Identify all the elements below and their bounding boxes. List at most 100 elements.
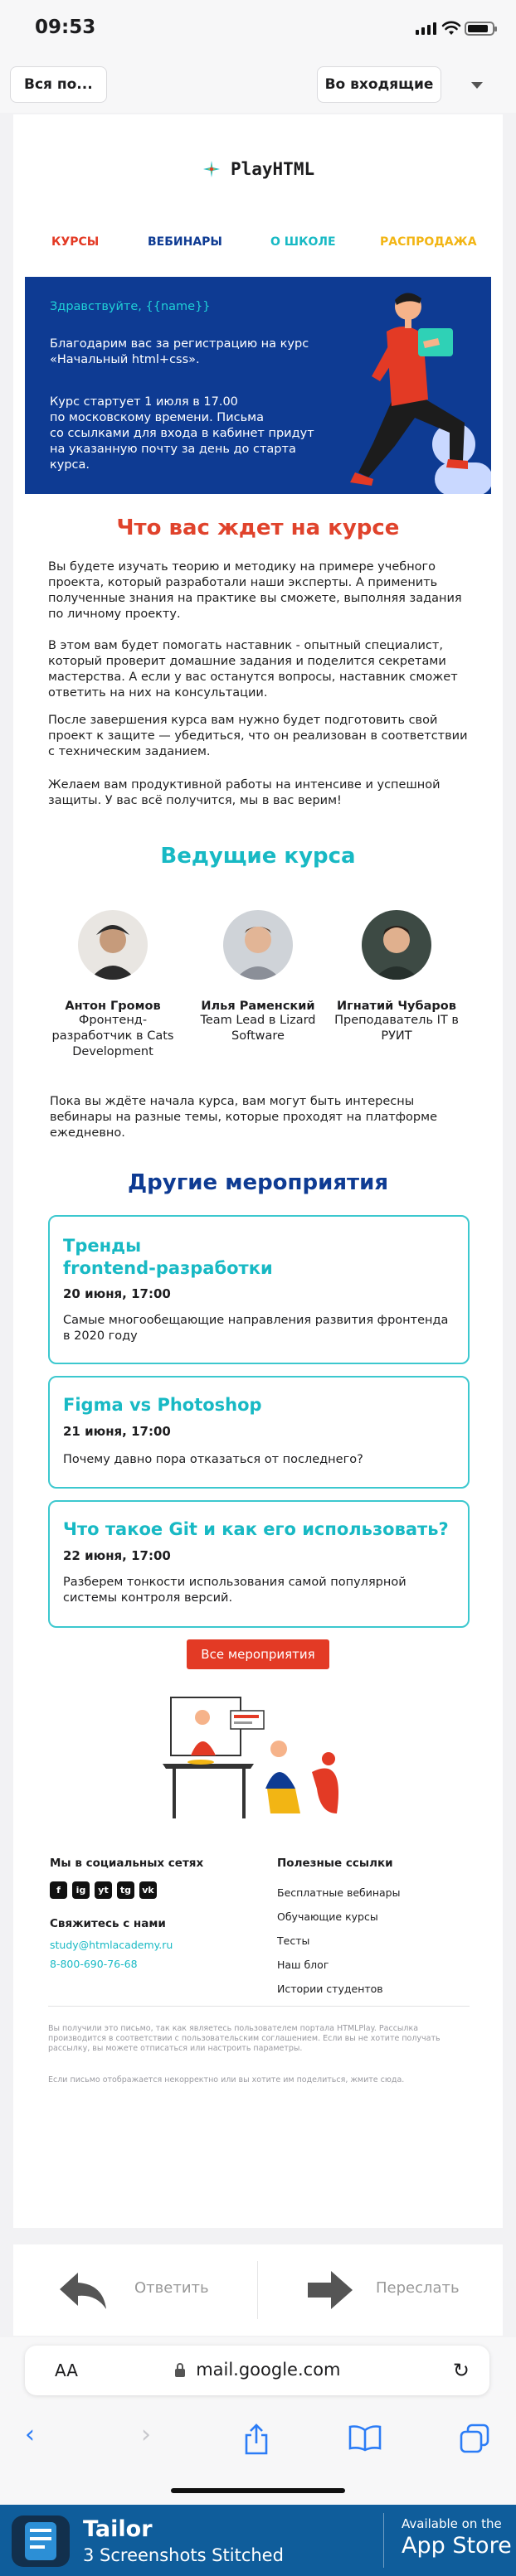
app-subtitle: 3 Screenshots Stitched (83, 2545, 284, 2565)
hero-greeting: Здравствуйте, {{name}} (50, 300, 211, 313)
telegram-icon[interactable]: tg (117, 1881, 134, 1899)
teacher-role: Фронтенд-разработчик в Cats Development (51, 1014, 174, 1058)
social-links: f ig yt tg vk (50, 1881, 249, 1899)
url-text: mail.google.com (25, 2360, 489, 2380)
chevron-down-icon[interactable] (471, 82, 483, 89)
teacher-card: Илья Раменский Team Lead в Lizard Softwa… (192, 910, 324, 1044)
email-body: PlayHTML КУРСЫ ВЕБИНАРЫ О ШКОЛЕ РАСПРОДА… (13, 114, 503, 2228)
wifi-icon (441, 21, 461, 35)
email-nav: КУРСЫ ВЕБИНАРЫ О ШКОЛЕ РАСПРОДАЖА (13, 235, 503, 255)
avatar (362, 910, 431, 980)
events-intro: Пока вы ждёте начала курса, вам могут бы… (50, 1095, 437, 1140)
store-line-1: Available on the (402, 2516, 502, 2531)
reply-icon (60, 2273, 106, 2309)
back-to-inbox-button[interactable]: Вся по... (10, 66, 107, 103)
event-date: 20 июня, 17:00 (63, 1286, 171, 1301)
event-date: 21 июня, 17:00 (63, 1424, 171, 1439)
awaits-paragraph-2: В этом вам будет помогать наставник - оп… (48, 639, 458, 700)
legal-text: Вы получили это письмо, так как являетес… (48, 2024, 441, 2053)
lock-icon (174, 2363, 185, 2377)
mail-toolbar: Вся по... Во входящие (0, 60, 516, 113)
back-icon[interactable]: ‹ (25, 2420, 35, 2449)
footer-divider (48, 2006, 470, 2007)
event-description: Разберем тонкости использования самой по… (63, 1576, 406, 1605)
event-card[interactable]: Что такое Git и как его использовать? 22… (48, 1500, 470, 1628)
cellular-signal-icon (416, 22, 436, 35)
vk-icon[interactable]: vk (139, 1881, 157, 1899)
hero-paragraph-1: Благодарим вас за регистрацию на курс «Н… (50, 337, 309, 366)
status-time: 09:53 (35, 17, 96, 38)
forward-nav-icon[interactable]: › (141, 2420, 151, 2449)
event-card[interactable]: Тренды frontend-разработки 20 июня, 17:0… (48, 1215, 470, 1364)
logo-spark-icon (202, 161, 220, 177)
bookmarks-icon[interactable] (348, 2425, 382, 2452)
awaits-paragraph-3: После завершения курса вам нужно будет п… (48, 714, 468, 758)
reply-button[interactable]: Ответить (13, 2244, 257, 2336)
event-title[interactable]: Тренды frontend-разработки (63, 1235, 273, 1280)
app-name: Tailor (83, 2516, 153, 2542)
section-title-events: Другие мероприятия (127, 1170, 389, 1195)
event-title[interactable]: Что такое Git и как его использовать? (63, 1518, 449, 1541)
battery-icon (465, 22, 497, 36)
forward-icon (308, 2271, 353, 2309)
url-label: mail.google.com (196, 2360, 341, 2380)
teacher-card: Антон Громов Фронтенд-разработчик в Cats… (46, 910, 179, 1060)
teacher-name: Антон Громов (65, 1000, 161, 1013)
youtube-icon[interactable]: yt (95, 1881, 112, 1899)
move-to-inbox-button[interactable]: Во входящие (317, 66, 441, 103)
app-icon (12, 2515, 70, 2567)
event-description: Почему давно пора отказаться от последне… (63, 1453, 363, 1466)
event-date: 22 июня, 17:00 (63, 1548, 171, 1563)
contact-email[interactable]: study@htmlacademy.ru (50, 1939, 249, 1951)
forward-label: Переслать (376, 2279, 460, 2297)
footer-illustration (163, 1697, 338, 1818)
forward-button[interactable]: Переслать (258, 2244, 502, 2336)
footer-link[interactable]: Истории студентов (277, 1983, 476, 1995)
event-title[interactable]: Figma vs Photoshop (63, 1394, 262, 1416)
footer-link[interactable]: Бесплатные вебинары (277, 1886, 476, 1899)
logo-text: PlayHTML (230, 159, 315, 179)
nav-about[interactable]: О ШКОЛЕ (270, 235, 336, 249)
teacher-name: Игнатий Чубаров (337, 1000, 456, 1013)
store-line-2: App Store (402, 2533, 512, 2559)
section-title-teachers: Ведущие курса (160, 844, 356, 869)
footer-link[interactable]: Обучающие курсы (277, 1910, 476, 1923)
footer-social: Мы в социальных сетях f ig yt tg vk Свяж… (50, 1857, 249, 1970)
nav-sale[interactable]: РАСПРОДАЖА (380, 235, 477, 249)
browser-chrome: AA mail.google.com ↻ ‹ › (0, 2337, 516, 2505)
hero-illustration (350, 293, 491, 494)
share-icon[interactable] (242, 2423, 270, 2455)
avatar (78, 910, 148, 980)
tabs-icon[interactable] (460, 2423, 489, 2453)
teacher-role: Team Lead в Lizard Software (200, 1014, 316, 1043)
nav-webinars[interactable]: ВЕБИНАРЫ (148, 235, 222, 249)
home-indicator (171, 2488, 345, 2493)
awaits-paragraph-4: Желаем вам продуктивной работы на интенс… (48, 778, 441, 807)
reply-bar: Ответить Переслать (13, 2244, 503, 2336)
teacher-name: Илья Раменский (201, 1000, 315, 1013)
promo-banner[interactable]: Tailor 3 Screenshots Stitched Available … (0, 2505, 516, 2576)
event-card[interactable]: Figma vs Photoshop 21 июня, 17:00 Почему… (48, 1376, 470, 1489)
banner-divider (383, 2513, 384, 2568)
address-bar[interactable]: AA mail.google.com ↻ (25, 2346, 489, 2395)
instagram-icon[interactable]: ig (72, 1881, 90, 1899)
awaits-paragraph-1: Вы будете изучать теорию и методику на п… (48, 560, 462, 621)
all-events-button[interactable]: Все мероприятия (187, 1639, 329, 1669)
status-bar: 09:53 (0, 0, 516, 60)
event-description: Самые многообещающие направления развити… (63, 1314, 449, 1343)
teacher-card: Игнатий Чубаров Преподаватель IT в РУИТ (330, 910, 463, 1044)
footer-link[interactable]: Наш блог (277, 1959, 476, 1971)
footer-links: Полезные ссылки Бесплатные вебинары Обуч… (277, 1857, 476, 2007)
nav-courses[interactable]: КУРСЫ (51, 235, 99, 249)
avatar (223, 910, 293, 980)
contact-phone[interactable]: 8-800-690-76-68 (50, 1958, 249, 1970)
legal-share-text: Если письмо отображается некорректно или… (48, 2075, 405, 2085)
reply-label: Ответить (134, 2279, 209, 2297)
footer-link[interactable]: Тесты (277, 1934, 476, 1947)
hero-banner: Здравствуйте, {{name}} Благодарим вас за… (25, 277, 491, 494)
section-title-what-awaits: Что вас ждет на курсе (116, 516, 400, 540)
facebook-icon[interactable]: f (50, 1881, 67, 1899)
logo[interactable]: PlayHTML (13, 159, 503, 179)
reload-icon[interactable]: ↻ (453, 2359, 470, 2382)
contact-title: Свяжитесь с нами (50, 1917, 166, 1930)
